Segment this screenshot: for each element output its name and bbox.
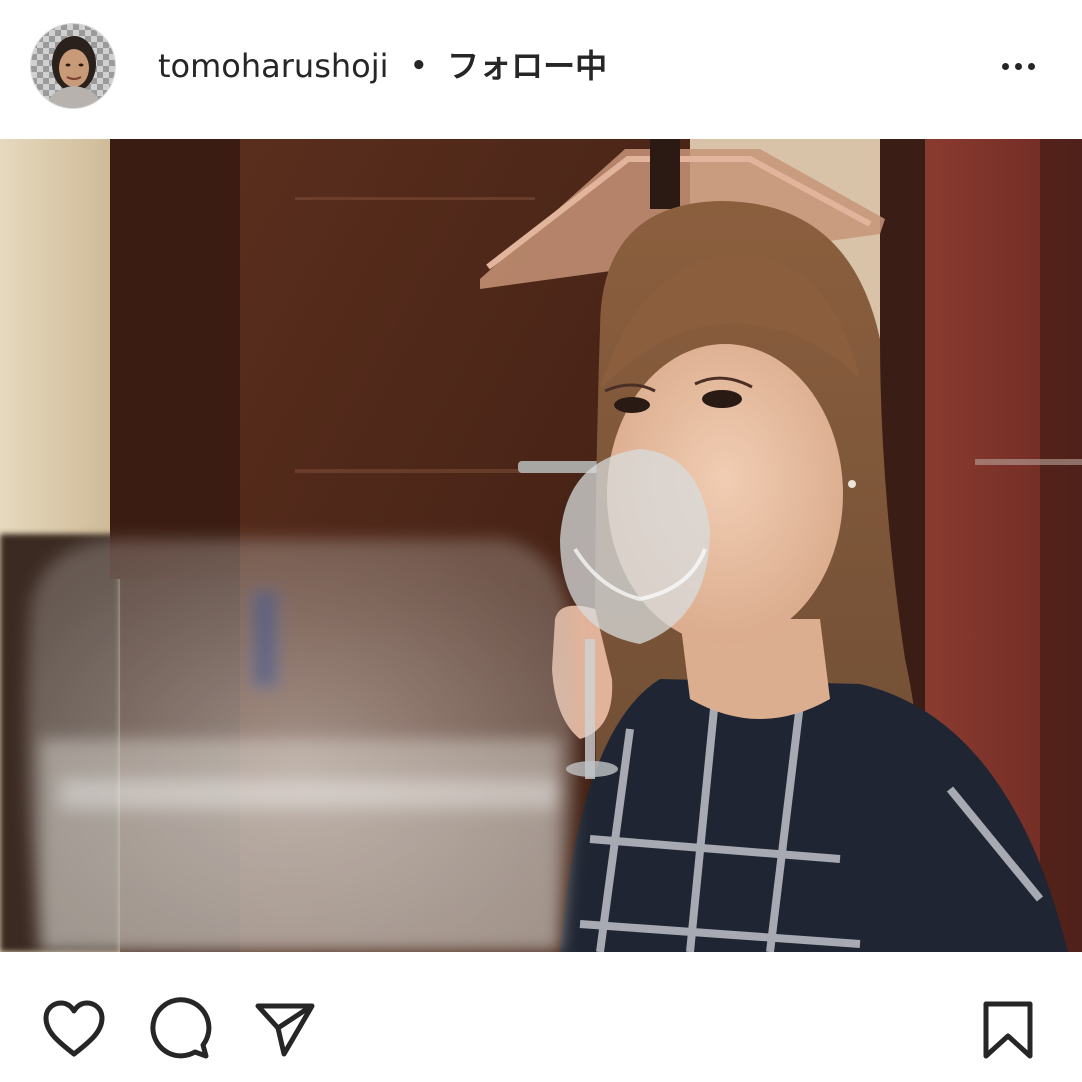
username-link[interactable]: tomoharushoji <box>158 44 389 88</box>
post-action-bar <box>0 952 1082 1082</box>
comment-bubble-icon[interactable] <box>148 997 212 1061</box>
post-header: tomoharushoji • フォロー中 <box>0 0 1082 138</box>
bookmark-icon[interactable] <box>982 1000 1034 1060</box>
follow-status-button[interactable]: フォロー中 <box>447 44 607 88</box>
more-dot <box>1027 62 1035 70</box>
heart-icon[interactable] <box>42 1000 106 1058</box>
more-dot <box>1014 62 1022 70</box>
more-dot <box>1001 62 1009 70</box>
paper-plane-icon[interactable] <box>254 1000 316 1058</box>
profile-avatar[interactable] <box>31 24 115 108</box>
more-options-icon[interactable] <box>994 52 1042 80</box>
post-photo[interactable] <box>0 139 1082 952</box>
username-line: tomoharushoji • フォロー中 <box>158 44 607 88</box>
separator-dot: • <box>410 51 428 81</box>
